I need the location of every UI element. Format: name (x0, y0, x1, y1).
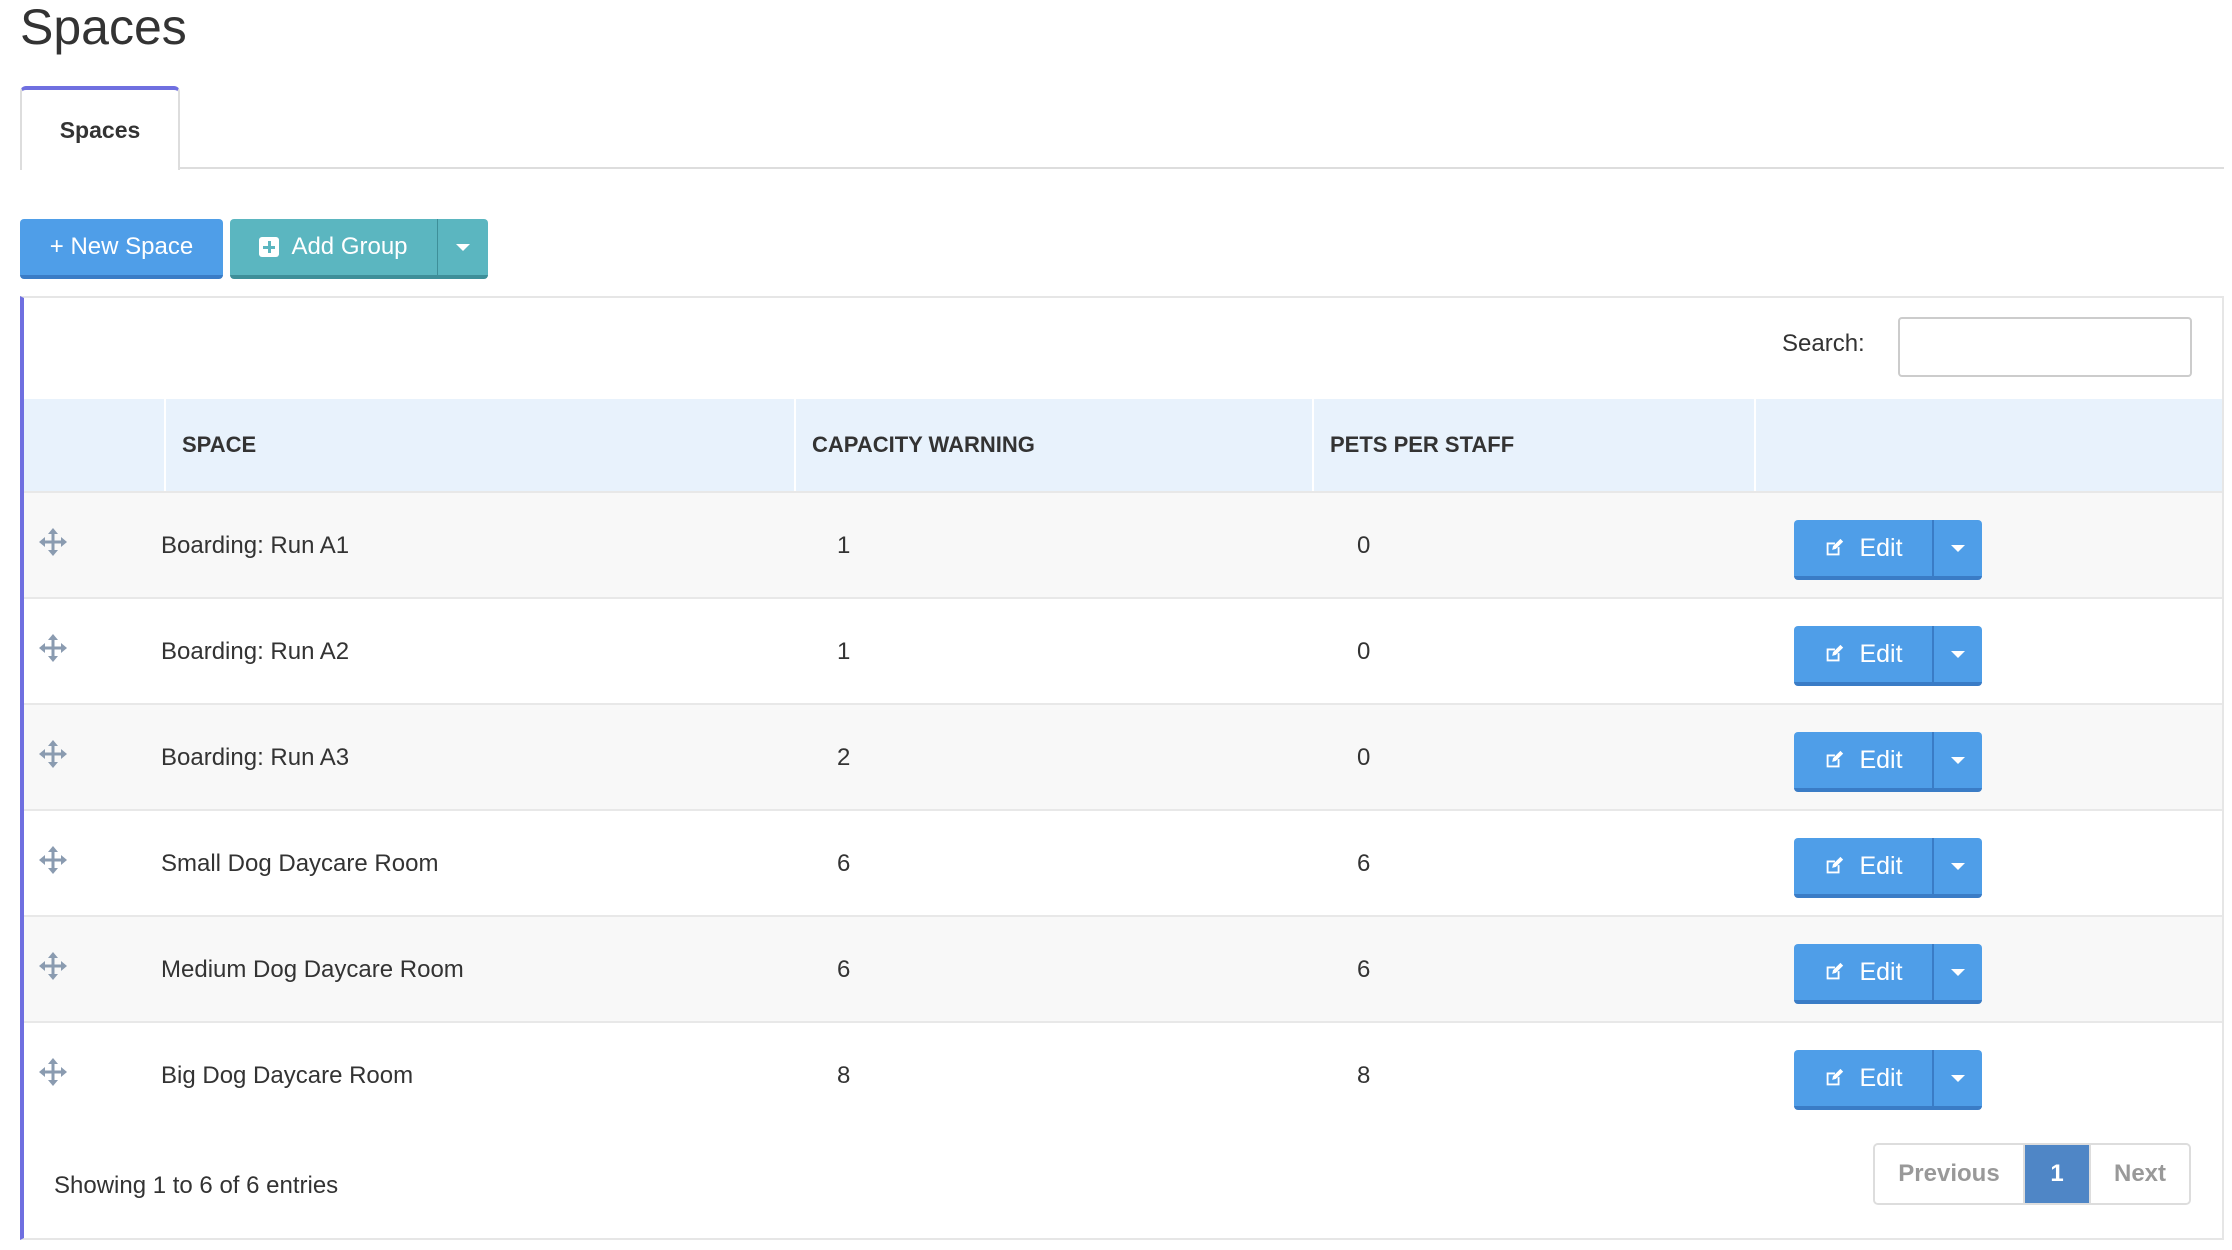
edit-dropdown-toggle[interactable] (1932, 732, 1982, 792)
cell-space: Boarding: Run A2 (161, 638, 350, 665)
edit-icon (1823, 749, 1845, 771)
cell-space: Small Dog Daycare Room (161, 850, 439, 877)
edit-dropdown-toggle[interactable] (1932, 838, 1982, 898)
caret-down-icon (456, 243, 470, 251)
pagination-page-1[interactable]: 1 (2025, 1145, 2089, 1203)
cell-pets-per-staff: 0 (1357, 744, 1371, 771)
column-header-actions (1754, 399, 2222, 491)
add-group-label: Add Group (291, 233, 408, 260)
drag-handle-icon[interactable] (38, 739, 68, 769)
drag-handle-icon[interactable] (38, 633, 68, 663)
cell-capacity-warning: 6 (837, 956, 851, 983)
search-input[interactable] (1898, 317, 2192, 377)
cell-capacity-warning: 2 (837, 744, 851, 771)
edit-button[interactable]: Edit (1794, 732, 1932, 792)
table-info: Showing 1 to 6 of 6 entries (54, 1172, 339, 1199)
cell-capacity-warning: 1 (837, 532, 851, 559)
search-label: Search: (1782, 330, 1865, 357)
table-row: Medium Dog Daycare Room 6 6 Edit (24, 915, 2222, 1021)
cell-capacity-warning: 1 (837, 638, 851, 665)
edit-label: Edit (1859, 639, 1903, 668)
table-row: Big Dog Daycare Room 8 8 Edit (24, 1021, 2222, 1127)
edit-icon (1823, 1067, 1845, 1089)
pagination: Previous 1 Next (1873, 1143, 2191, 1205)
caret-down-icon (1951, 862, 1965, 870)
add-group-dropdown-toggle[interactable] (437, 219, 488, 279)
cell-pets-per-staff: 6 (1357, 956, 1371, 983)
cell-pets-per-staff: 6 (1357, 850, 1371, 877)
edit-button-group: Edit (1794, 732, 1982, 792)
edit-label: Edit (1859, 745, 1903, 774)
cell-space: Big Dog Daycare Room (161, 1062, 414, 1089)
edit-icon (1823, 537, 1845, 559)
table-row: Small Dog Daycare Room 6 6 Edit (24, 809, 2222, 915)
new-space-button[interactable]: + New Space (20, 219, 223, 279)
caret-down-icon (1951, 968, 1965, 976)
table-row: Boarding: Run A2 1 0 Edit (24, 597, 2222, 703)
add-group-button-group: Add Group (230, 219, 488, 279)
table-row: Boarding: Run A1 1 0 Edit (24, 491, 2222, 597)
edit-label: Edit (1859, 533, 1903, 562)
edit-button[interactable]: Edit (1794, 1050, 1932, 1110)
edit-button-group: Edit (1794, 626, 1982, 686)
caret-down-icon (1951, 756, 1965, 764)
page-title: Spaces (20, 0, 187, 55)
drag-handle-icon[interactable] (38, 951, 68, 981)
edit-icon (1823, 855, 1845, 877)
pagination-previous[interactable]: Previous (1875, 1145, 2025, 1203)
plus-square-icon (259, 237, 280, 257)
edit-label: Edit (1859, 957, 1903, 986)
cell-pets-per-staff: 0 (1357, 638, 1371, 665)
table-header: SPACE CAPACITY WARNING PETS PER STAFF (24, 399, 2222, 491)
edit-button-group: Edit (1794, 838, 1982, 898)
edit-button[interactable]: Edit (1794, 520, 1932, 580)
cell-space: Boarding: Run A3 (161, 744, 350, 771)
edit-button-group: Edit (1794, 520, 1982, 580)
drag-handle-icon[interactable] (38, 527, 68, 557)
tab-bar: Spaces (20, 86, 2224, 170)
edit-dropdown-toggle[interactable] (1932, 1050, 1982, 1110)
pagination-next[interactable]: Next (2089, 1145, 2189, 1203)
cell-capacity-warning: 6 (837, 850, 851, 877)
caret-down-icon (1951, 1074, 1965, 1082)
table-row: Boarding: Run A3 2 0 Edit (24, 703, 2222, 809)
cell-pets-per-staff: 8 (1357, 1062, 1371, 1089)
edit-dropdown-toggle[interactable] (1932, 626, 1982, 686)
edit-dropdown-toggle[interactable] (1932, 944, 1982, 1004)
drag-handle-icon[interactable] (38, 1057, 68, 1087)
add-group-button[interactable]: Add Group (230, 219, 437, 279)
edit-button-group: Edit (1794, 1050, 1982, 1110)
tab-spaces[interactable]: Spaces (20, 86, 180, 170)
edit-label: Edit (1859, 1063, 1903, 1092)
cell-space: Boarding: Run A1 (161, 532, 350, 559)
drag-handle-icon[interactable] (38, 845, 68, 875)
column-header-pets-per-staff[interactable]: PETS PER STAFF (1312, 399, 1754, 491)
edit-icon (1823, 961, 1845, 983)
column-header-drag (24, 399, 164, 491)
column-header-space[interactable]: SPACE (164, 399, 794, 491)
caret-down-icon (1951, 544, 1965, 552)
edit-dropdown-toggle[interactable] (1932, 520, 1982, 580)
edit-button[interactable]: Edit (1794, 626, 1932, 686)
cell-space: Medium Dog Daycare Room (161, 956, 464, 983)
caret-down-icon (1951, 650, 1965, 658)
edit-button-group: Edit (1794, 944, 1982, 1004)
edit-label: Edit (1859, 851, 1903, 880)
cell-pets-per-staff: 0 (1357, 532, 1371, 559)
edit-button[interactable]: Edit (1794, 838, 1932, 898)
edit-icon (1823, 643, 1845, 665)
edit-button[interactable]: Edit (1794, 944, 1932, 1004)
cell-capacity-warning: 8 (837, 1062, 851, 1089)
column-header-capacity-warning[interactable]: CAPACITY WARNING (794, 399, 1312, 491)
